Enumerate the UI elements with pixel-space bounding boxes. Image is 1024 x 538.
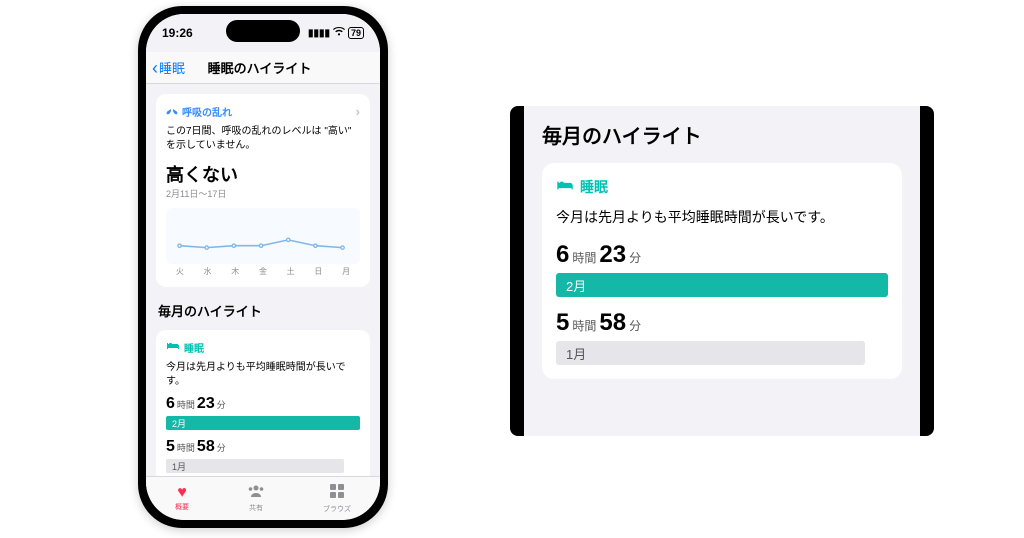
dynamic-island xyxy=(226,20,300,42)
breathing-chart xyxy=(166,208,360,264)
zoom-row-0-bar: 2月 xyxy=(556,273,888,297)
nav-title: 睡眠のハイライト xyxy=(146,58,374,77)
bed-icon xyxy=(556,179,574,195)
breathing-tag: 呼吸の乱れ › xyxy=(166,104,360,119)
breathing-tag-label: 呼吸の乱れ xyxy=(182,104,232,119)
zoom-sleep-tag: 睡眠 xyxy=(556,177,888,197)
month-row-0-duration: 6時間 23分 xyxy=(166,395,360,413)
tab-bar: ♥ 概要 共有 ブラウズ xyxy=(146,476,380,520)
zoom-content: 毎月のハイライト 睡眠 今月は先月よりも平均睡眠時間が長いです。 6時間 23分… xyxy=(524,106,920,436)
monthly-section-title: 毎月のハイライト xyxy=(156,301,370,320)
zoom-monthly-card[interactable]: 睡眠 今月は先月よりも平均睡眠時間が長いです。 6時間 23分 2月 5時間 5… xyxy=(542,163,902,379)
rail-right xyxy=(920,106,934,436)
month-row-1-bar: 1月 xyxy=(166,459,344,473)
zoom-monthly-desc: 今月は先月よりも平均睡眠時間が長いです。 xyxy=(556,207,888,227)
breathing-card[interactable]: 呼吸の乱れ › この7日間、呼吸の乱れのレベルは "高い" を示していません。 … xyxy=(156,94,370,287)
lungs-icon xyxy=(166,105,178,118)
tab-share[interactable]: 共有 xyxy=(247,484,265,513)
status-time: 19:26 xyxy=(162,26,193,40)
phone-frame: 19:26 ▮▮▮▮ 79 ‹ 睡眠 睡眠のハイライト xyxy=(138,6,388,528)
month-row-1-duration: 5時間 58分 xyxy=(166,438,360,456)
heart-icon: ♥ xyxy=(177,485,187,501)
breathing-summary: この7日間、呼吸の乱れのレベルは "高い" を示していません。 xyxy=(166,125,360,153)
zoom-row-0-duration: 6時間 23分 xyxy=(556,241,888,269)
rail-left xyxy=(510,106,524,436)
nav-bar: ‹ 睡眠 睡眠のハイライト xyxy=(146,52,380,84)
chart-xaxis: 火水 木金 土日 月 xyxy=(166,266,360,277)
chevron-right-icon: › xyxy=(356,104,360,119)
month-row-0-bar: 2月 xyxy=(166,416,360,430)
bed-icon xyxy=(166,341,180,354)
battery-icon: 79 xyxy=(348,27,364,39)
tab-summary[interactable]: ♥ 概要 xyxy=(175,485,189,512)
zoom-row-1-duration: 5時間 58分 xyxy=(556,309,888,337)
signal-icon: ▮▮▮▮ xyxy=(308,28,330,39)
breathing-range: 2月11日〜17日 xyxy=(166,187,360,200)
wifi-icon xyxy=(333,27,345,39)
breathing-value: 高くない xyxy=(166,161,360,187)
monthly-card[interactable]: 睡眠 今月は先月よりも平均睡眠時間が長いです。 6時間 23分 2月 5時間 5… xyxy=(156,330,370,476)
content-scroll[interactable]: 呼吸の乱れ › この7日間、呼吸の乱れのレベルは "高い" を示していません。 … xyxy=(146,84,380,476)
screen: 19:26 ▮▮▮▮ 79 ‹ 睡眠 睡眠のハイライト xyxy=(146,14,380,520)
monthly-desc: 今月は先月よりも平均睡眠時間が長いです。 xyxy=(166,361,360,389)
grid-icon xyxy=(329,483,345,503)
tab-browse[interactable]: ブラウズ xyxy=(323,483,351,514)
zoom-section-title: 毎月のハイライト xyxy=(542,120,902,149)
zoom-row-1-bar: 1月 xyxy=(556,341,865,365)
zoom-panel: 毎月のハイライト 睡眠 今月は先月よりも平均睡眠時間が長いです。 6時間 23分… xyxy=(510,106,934,436)
zoom-sleep-tag-label: 睡眠 xyxy=(580,177,608,197)
sleep-tag: 睡眠 xyxy=(166,340,360,355)
status-right: ▮▮▮▮ 79 xyxy=(308,27,364,39)
sleep-tag-label: 睡眠 xyxy=(184,340,204,355)
people-icon xyxy=(247,484,265,502)
